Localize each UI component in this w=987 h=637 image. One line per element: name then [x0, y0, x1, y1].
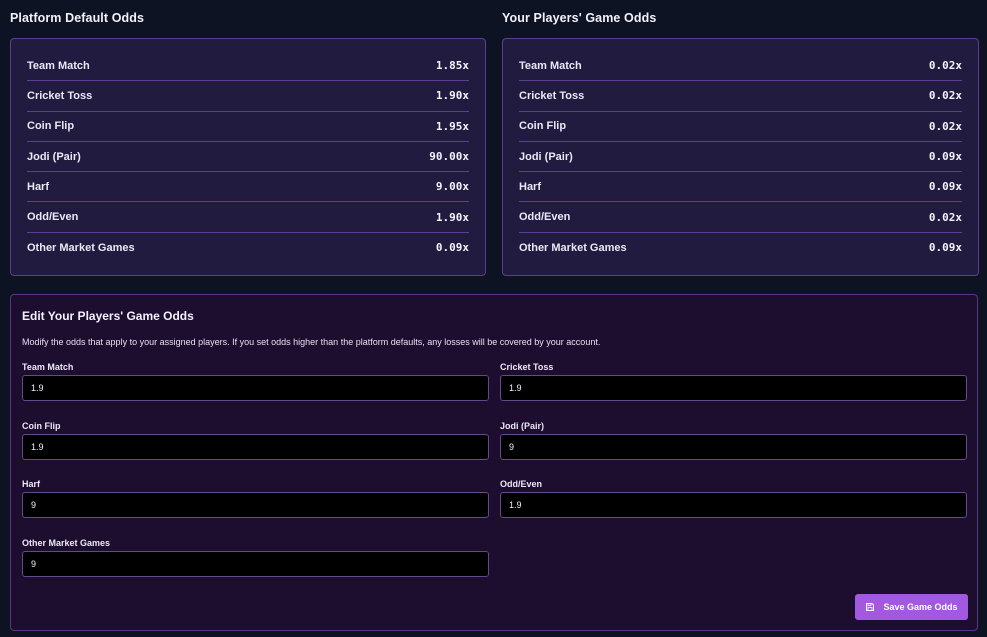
edit-odds-card: Edit Your Players' Game Odds Modify the …: [10, 294, 978, 631]
players-odds-list: Team Match 0.02x Cricket Toss 0.02x Coin…: [519, 51, 962, 263]
platform-default-odds-card: Team Match 1.85x Cricket Toss 1.90x Coin…: [10, 38, 486, 276]
edit-odds-description: Modify the odds that apply to your assig…: [22, 337, 601, 347]
field-label: Other Market Games: [22, 538, 111, 548]
odds-value: 0.09x: [435, 241, 469, 255]
odd-even-input[interactable]: [500, 492, 967, 518]
odds-label: Jodi (Pair): [27, 150, 81, 163]
odds-row-coin-flip: Coin Flip 1.95x: [27, 112, 469, 142]
odds-row-team-match: Team Match 1.85x: [27, 51, 469, 82]
odds-row-coin-flip: Coin Flip 0.02x: [519, 112, 962, 142]
odds-row-harf: Harf 0.09x: [519, 172, 962, 203]
odds-value: 1.85x: [435, 59, 469, 73]
odds-label: Odd/Even: [519, 211, 571, 224]
odds-value: 1.95x: [435, 119, 469, 133]
odds-label: Cricket Toss: [27, 89, 93, 102]
save-button-label: Save Game Odds: [883, 602, 958, 612]
players-odds-card: Team Match 0.02x Cricket Toss 0.02x Coin…: [502, 38, 979, 276]
field-label: Jodi (Pair): [500, 421, 545, 431]
odds-value: 0.02x: [928, 119, 962, 133]
odds-value: 0.09x: [928, 180, 962, 194]
odds-value: 9.00x: [435, 180, 469, 194]
players-odds-title: Your Players' Game Odds: [502, 11, 657, 25]
odds-value: 0.09x: [928, 241, 962, 255]
odds-row-team-match: Team Match 0.02x: [519, 51, 962, 82]
odds-value: 0.02x: [928, 210, 962, 224]
edit-odds-title: Edit Your Players' Game Odds: [22, 309, 194, 323]
odds-value: 0.02x: [928, 59, 962, 73]
field-odd-even: Odd/Even: [500, 478, 967, 518]
field-harf: Harf: [22, 478, 489, 518]
coin-flip-input[interactable]: [22, 434, 489, 460]
field-team-match: Team Match: [22, 361, 489, 401]
team-match-input[interactable]: [22, 375, 489, 401]
odds-row-cricket-toss: Cricket Toss 1.90x: [27, 81, 469, 112]
odds-row-odd-even: Odd/Even 1.90x: [27, 202, 469, 233]
odds-value: 90.00x: [429, 150, 469, 164]
save-icon: [865, 602, 875, 612]
field-cricket-toss: Cricket Toss: [500, 361, 967, 401]
jodi-pair-input[interactable]: [500, 434, 967, 460]
odds-value: 1.90x: [435, 89, 469, 103]
other-market-games-input[interactable]: [22, 551, 489, 577]
odds-label: Cricket Toss: [519, 89, 585, 102]
odds-label: Other Market Games: [27, 241, 135, 254]
odds-label: Team Match: [27, 59, 90, 72]
odds-value: 1.90x: [435, 210, 469, 224]
field-jodi-pair: Jodi (Pair): [500, 420, 967, 460]
odds-label: Coin Flip: [27, 120, 75, 133]
save-game-odds-button[interactable]: Save Game Odds: [855, 594, 968, 620]
odds-label: Other Market Games: [519, 241, 627, 254]
field-coin-flip: Coin Flip: [22, 420, 489, 460]
cricket-toss-input[interactable]: [500, 375, 967, 401]
platform-default-odds-list: Team Match 1.85x Cricket Toss 1.90x Coin…: [27, 51, 469, 263]
odds-row-odd-even: Odd/Even 0.02x: [519, 202, 962, 233]
odds-row-other-market-games: Other Market Games 0.09x: [27, 233, 469, 263]
field-other-market-games: Other Market Games: [22, 537, 489, 577]
odds-row-other-market-games: Other Market Games 0.09x: [519, 233, 962, 263]
odds-label: Harf: [519, 180, 542, 193]
odds-value: 0.09x: [928, 150, 962, 164]
odds-value: 0.02x: [928, 89, 962, 103]
odds-label: Team Match: [519, 59, 582, 72]
harf-input[interactable]: [22, 492, 489, 518]
field-label: Coin Flip: [22, 421, 61, 431]
field-label: Cricket Toss: [500, 362, 554, 372]
odds-label: Harf: [27, 180, 50, 193]
odds-row-jodi-pair: Jodi (Pair) 90.00x: [27, 142, 469, 173]
odds-row-cricket-toss: Cricket Toss 0.02x: [519, 81, 962, 112]
field-label: Odd/Even: [500, 479, 543, 489]
odds-row-jodi-pair: Jodi (Pair) 0.09x: [519, 142, 962, 173]
odds-row-harf: Harf 9.00x: [27, 172, 469, 203]
odds-label: Odd/Even: [27, 211, 79, 224]
odds-label: Jodi (Pair): [519, 150, 573, 163]
odds-label: Coin Flip: [519, 120, 567, 133]
platform-default-odds-title: Platform Default Odds: [10, 11, 145, 25]
field-label: Team Match: [22, 362, 74, 372]
field-label: Harf: [22, 479, 41, 489]
